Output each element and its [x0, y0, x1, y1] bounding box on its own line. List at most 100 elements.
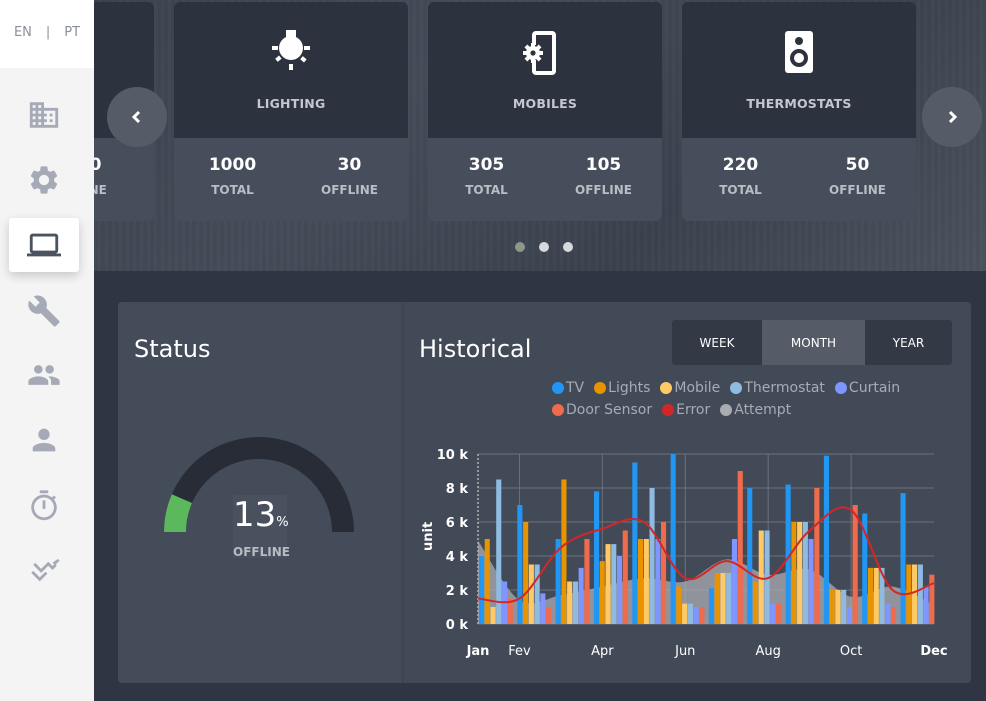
bar-lights: [599, 561, 605, 624]
laptop-icon: [27, 233, 61, 257]
overview-panel: Status 13% OFFLINE Historical WEEK MONTH…: [118, 302, 971, 683]
gauge-label: OFFLINE: [233, 545, 290, 559]
x-tick-label: Dec: [920, 644, 947, 659]
bar-curtain: [693, 607, 699, 624]
bar-tv: [670, 454, 676, 624]
bar-curtain: [616, 556, 622, 624]
bar-curtain: [578, 567, 584, 624]
offline-label: OFFLINE: [829, 183, 886, 197]
y-tick-label: 6 k: [446, 516, 469, 531]
bar-tv: [708, 588, 714, 624]
sidebar-item-analytics[interactable]: [9, 543, 79, 597]
bar-lights: [561, 479, 567, 624]
carousel-prev-button[interactable]: [107, 87, 167, 147]
x-tick-label: Apr: [591, 644, 614, 659]
bar-lights: [867, 567, 873, 624]
bar-lights: [753, 581, 759, 624]
sidebar-item-devices[interactable]: [9, 218, 79, 272]
timer-icon: [31, 490, 57, 521]
device-card-mobiles[interactable]: MOBILES 305 TOTAL 105 OFFLINE: [428, 2, 662, 221]
bar-lights: [523, 522, 529, 624]
total-value: 305: [468, 155, 505, 175]
bar-curtain: [770, 603, 776, 624]
sidebar-item-maintenance[interactable]: [9, 284, 79, 338]
lang-en[interactable]: EN: [14, 25, 32, 40]
gauge-readout: 13% OFFLINE: [233, 495, 290, 559]
carousel-dot-2[interactable]: [539, 242, 549, 252]
card-name: THERMOSTATS: [746, 96, 852, 111]
bar-tv: [900, 493, 906, 624]
bar-door-sensor: [584, 539, 590, 624]
sidebar-item-buildings[interactable]: [9, 88, 79, 142]
bar-mobile: [567, 581, 573, 624]
bar-mobile: [605, 544, 611, 624]
bar-tv: [517, 505, 523, 624]
x-tick-label: Fev: [508, 644, 531, 659]
bar-mobile: [682, 603, 688, 624]
lightbulb-icon: [272, 30, 310, 70]
y-tick-label: 0 k: [446, 618, 469, 633]
historical-section: Historical WEEK MONTH YEAR TV Lights Mobil…: [404, 302, 971, 683]
bar-tv: [823, 455, 829, 624]
y-tick-label: 2 k: [446, 584, 469, 599]
bar-tv: [594, 491, 600, 624]
bar-door-sensor: [852, 505, 858, 624]
bar-lights: [638, 539, 644, 624]
bar-curtain: [885, 603, 891, 624]
sidebar-item-settings[interactable]: [9, 153, 79, 207]
bar-mobile: [643, 539, 649, 624]
carousel-next-button[interactable]: [922, 87, 982, 147]
bar-curtain: [846, 607, 852, 624]
card-name: MOBILES: [512, 96, 578, 111]
bar-door-sensor: [890, 607, 896, 624]
bar-mobile: [720, 573, 726, 624]
person-icon: [32, 428, 56, 452]
chevron-right-icon: [948, 110, 958, 124]
bar-tv: [632, 462, 638, 624]
bar-curtain: [808, 539, 814, 624]
bar-tv: [479, 556, 485, 624]
x-tick-label: Jan: [466, 644, 490, 659]
bar-thermostat: [611, 544, 617, 624]
bar-mobile: [528, 564, 534, 624]
bar-curtain: [540, 593, 546, 624]
x-tick-label: Jun: [674, 644, 695, 659]
total-value: 220: [722, 155, 759, 175]
bar-mobile: [873, 567, 879, 624]
sidebar-item-groups[interactable]: [9, 348, 79, 402]
speaker-icon: [785, 31, 813, 73]
bar-thermostat: [534, 564, 540, 624]
chevron-left-icon: [131, 110, 141, 124]
bar-thermostat: [841, 590, 847, 624]
bar-lights: [714, 573, 720, 624]
sidebar-item-timers[interactable]: [9, 479, 79, 533]
bar-door-sensor: [622, 530, 628, 624]
bar-curtain: [731, 539, 737, 624]
carousel-dot-3[interactable]: [563, 242, 573, 252]
sidebar-item-users[interactable]: [9, 413, 79, 467]
bar-lights: [676, 586, 682, 624]
x-tick-label: Aug: [755, 644, 780, 659]
offline-value: 50: [845, 155, 870, 175]
carousel-pagination: [515, 242, 573, 252]
historical-chart: 0 k 2 k 4 k 6 k 8 k 10 k Jan Fev Apr Jun Aug Oct Dec…: [421, 448, 948, 659]
bar-tv: [747, 488, 753, 624]
device-card-thermostats[interactable]: THERMOSTATS 220 TOTAL 50 OFFLINE: [682, 2, 916, 221]
gauge-fill: [163, 494, 193, 533]
lang-pt[interactable]: PT: [64, 25, 80, 40]
gauge-unit: %: [276, 515, 289, 530]
mobile-settings-icon: [523, 31, 556, 75]
y-tick-label: 4 k: [446, 550, 469, 565]
lang-separator: |: [45, 24, 51, 40]
x-tick-label: Oct: [840, 644, 862, 659]
bar-door-sensor: [929, 574, 935, 624]
bar-lights: [829, 590, 835, 624]
bar-curtain: [655, 539, 661, 624]
offline-label: OFFLINE: [575, 183, 632, 197]
bar-mobile: [797, 522, 803, 624]
total-value: 1000: [208, 155, 257, 175]
bar-thermostat: [649, 488, 655, 624]
carousel-dot-1[interactable]: [515, 242, 525, 252]
bar-door-sensor: [737, 471, 743, 624]
device-card-lighting[interactable]: LIGHTING 1000 TOTAL 30 OFFLINE: [174, 2, 408, 221]
